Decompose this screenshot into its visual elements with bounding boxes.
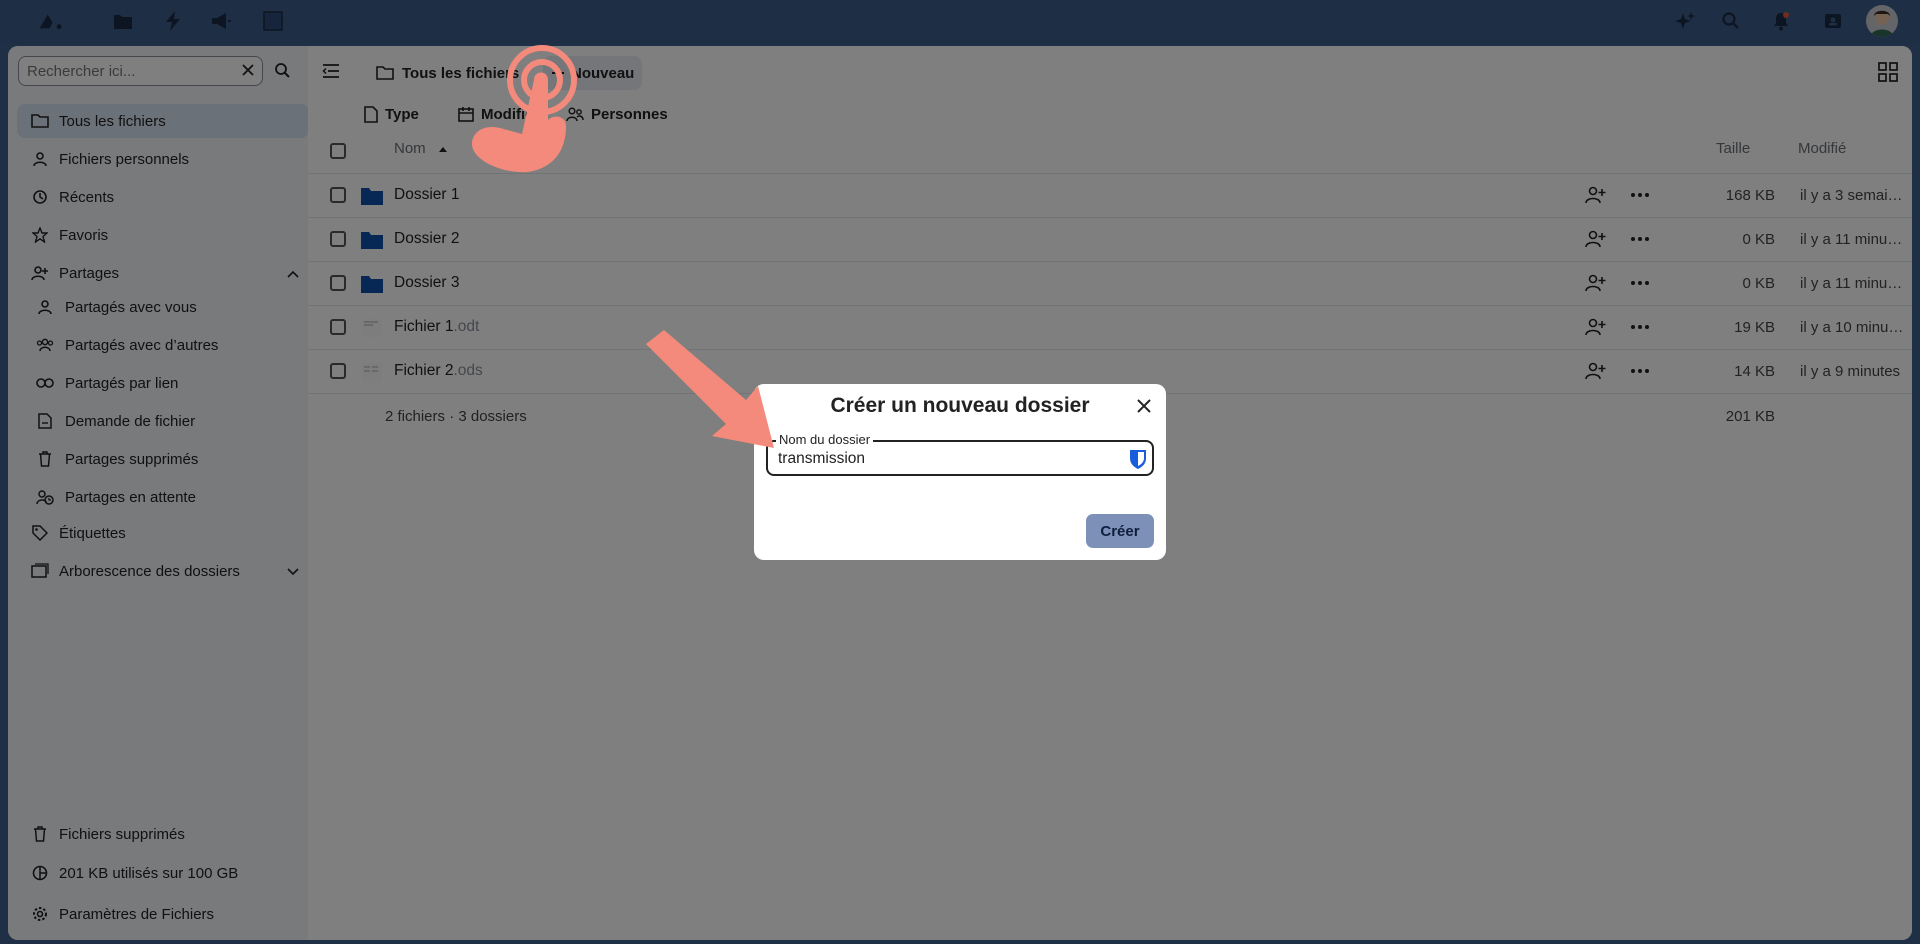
dialog-title: Créer un nouveau dossier bbox=[830, 394, 1090, 417]
folder-name-field[interactable]: Nom du dossier bbox=[766, 433, 1154, 476]
new-folder-dialog: Créer un nouveau dossier Nom du dossier … bbox=[754, 384, 1166, 560]
folder-name-input[interactable] bbox=[776, 449, 1120, 469]
create-button[interactable]: Créer bbox=[1086, 514, 1154, 548]
arrow-annotation bbox=[646, 330, 774, 448]
password-manager-icon[interactable] bbox=[1128, 448, 1148, 475]
pointing-hand-annotation bbox=[472, 45, 577, 173]
close-icon[interactable] bbox=[1132, 394, 1156, 418]
